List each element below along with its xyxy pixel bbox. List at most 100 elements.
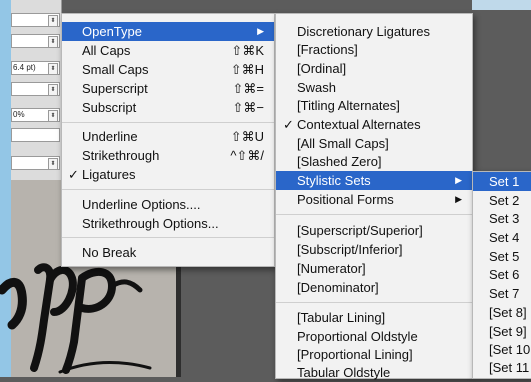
menu-item-subscript-inferior[interactable]: [Subscript/Inferior] xyxy=(276,240,472,259)
menu-item-strikethrough[interactable]: Strikethrough ^⇧⌘/ xyxy=(62,146,274,165)
panel-field-value: 0% xyxy=(13,110,25,119)
menu-item-label: Tabular Oldstyle xyxy=(297,365,391,380)
menu-item-underline[interactable]: Underline ⇧⌘U xyxy=(62,127,274,146)
menu-item-fractions[interactable]: [Fractions] xyxy=(276,40,472,59)
menu-item-label: Stylistic Sets xyxy=(297,173,371,188)
menu-item-slashed-zero[interactable]: [Slashed Zero] xyxy=(276,152,472,171)
menu-item-shortcut: ⇧⌘H xyxy=(230,62,264,77)
panel-field-6[interactable] xyxy=(11,128,60,142)
menu-item-all-small-caps[interactable]: [All Small Caps] xyxy=(276,134,472,153)
menu-item-label: Set 3 xyxy=(489,211,520,226)
checkmark-icon: ✓ xyxy=(68,167,79,182)
menu-item-label: Positional Forms xyxy=(297,192,394,207)
menu-item-all-caps[interactable]: All Caps ⇧⌘K xyxy=(62,41,274,60)
menu-item-label: [Set 10 xyxy=(489,342,531,357)
stepper-icon[interactable]: ⬍ xyxy=(48,63,58,74)
character-panel: ⬍ ⬍ 6.4 pt) ⬍ ⬍ 0% ⬍ ⬍ xyxy=(11,0,62,180)
menu-item-titling-alternates[interactable]: [Titling Alternates] xyxy=(276,96,472,115)
panel-field-4[interactable]: ⬍ xyxy=(11,82,60,96)
menu-item-proportional-oldstyle[interactable]: Proportional Oldstyle xyxy=(276,327,472,346)
menu-item-label: [Fractions] xyxy=(297,42,358,57)
menu-item-label: Proportional Oldstyle xyxy=(297,329,418,344)
menu-item-small-caps[interactable]: Small Caps ⇧⌘H xyxy=(62,60,274,79)
menu-item-label: [Set 9] xyxy=(489,324,527,339)
stepper-icon[interactable]: ⬍ xyxy=(48,110,58,121)
menu-item-numerator[interactable]: [Numerator] xyxy=(276,259,472,278)
menu-item-strikethrough-options[interactable]: Strikethrough Options... xyxy=(62,214,274,233)
submenu-arrow-icon: ▶ xyxy=(257,26,264,36)
menu-item-subscript[interactable]: Subscript ⇧⌘− xyxy=(62,98,274,117)
menu-item-stylistic-sets[interactable]: Stylistic Sets ▶ xyxy=(276,171,472,190)
script-lettering-artwork xyxy=(0,263,152,374)
menu-item-label: [Ordinal] xyxy=(297,61,347,76)
stepper-icon[interactable]: ⬍ xyxy=(48,158,58,169)
type-context-menu: OpenType ▶ All Caps ⇧⌘K Small Caps ⇧⌘H S… xyxy=(61,13,275,267)
menu-item-set-1[interactable]: Set 1 xyxy=(473,172,531,191)
checkmark-icon: ✓ xyxy=(283,117,294,132)
menu-item-label: Set 1 xyxy=(489,174,520,189)
menu-item-ligatures[interactable]: ✓ Ligatures xyxy=(62,165,274,184)
submenu-arrow-icon: ▶ xyxy=(455,194,462,204)
menu-item-superscript[interactable]: Superscript ⇧⌘= xyxy=(62,79,274,98)
stepper-icon[interactable]: ⬍ xyxy=(48,84,58,95)
menu-separator xyxy=(276,214,472,215)
menu-item-label: [Denominator] xyxy=(297,280,379,295)
menu-item-label: Strikethrough Options... xyxy=(82,216,219,231)
menu-item-shortcut: ⇧⌘K xyxy=(231,43,264,58)
menu-item-superscript-superior[interactable]: [Superscript/Superior] xyxy=(276,221,472,240)
menu-item-label: Underline Options.... xyxy=(82,197,201,212)
background-region xyxy=(472,0,531,10)
menu-item-label: Discretionary Ligatures xyxy=(297,24,430,39)
menu-item-label: Set 5 xyxy=(489,249,520,264)
menu-item-set-5[interactable]: Set 5 xyxy=(473,247,531,266)
menu-item-shortcut: ^⇧⌘/ xyxy=(230,148,264,163)
menu-item-label: [Set 8] xyxy=(489,305,527,320)
menu-item-contextual-alternates[interactable]: ✓ Contextual Alternates xyxy=(276,115,472,134)
menu-item-positional-forms[interactable]: Positional Forms ▶ xyxy=(276,190,472,209)
stepper-icon[interactable]: ⬍ xyxy=(48,36,58,47)
menu-item-underline-options[interactable]: Underline Options.... xyxy=(62,195,274,214)
panel-field-3[interactable]: 6.4 pt) ⬍ xyxy=(11,61,60,75)
menu-item-set-2[interactable]: Set 2 xyxy=(473,191,531,210)
menu-item-set-3[interactable]: Set 3 xyxy=(473,209,531,228)
menu-item-label: All Caps xyxy=(82,43,131,58)
menu-item-no-break[interactable]: No Break xyxy=(62,243,274,262)
menu-item-set-7[interactable]: Set 7 xyxy=(473,284,531,303)
panel-field-2[interactable]: ⬍ xyxy=(11,34,60,48)
panel-field-7[interactable]: ⬍ xyxy=(11,156,60,170)
menu-item-shortcut: ⇧⌘− xyxy=(232,100,264,115)
menu-item-set-6[interactable]: Set 6 xyxy=(473,265,531,284)
menu-item-label: [Numerator] xyxy=(297,261,366,276)
menu-item-label: Swash xyxy=(297,80,337,95)
menu-item-proportional-lining[interactable]: [Proportional Lining] xyxy=(276,345,472,364)
menu-item-label: Ligatures xyxy=(82,167,136,182)
menu-item-label: No Break xyxy=(82,245,137,260)
menu-item-tabular-lining[interactable]: [Tabular Lining] xyxy=(276,308,472,327)
menu-item-label: Set 4 xyxy=(489,230,520,245)
menu-item-label: Superscript xyxy=(82,81,148,96)
menu-item-label: Contextual Alternates xyxy=(297,117,421,132)
menu-item-label: OpenType xyxy=(82,24,142,39)
menu-item-swash[interactable]: Swash xyxy=(276,78,472,97)
menu-item-set-8[interactable]: [Set 8] xyxy=(473,303,531,322)
panel-field-value: 6.4 pt) xyxy=(13,63,36,72)
menu-item-shortcut: ⇧⌘U xyxy=(230,129,264,144)
menu-item-set-4[interactable]: Set 4 xyxy=(473,228,531,247)
opentype-submenu: Discretionary Ligatures [Fractions] [Ord… xyxy=(275,13,473,382)
menu-item-tabular-oldstyle[interactable]: Tabular Oldstyle xyxy=(276,363,472,382)
panel-field-1[interactable]: ⬍ xyxy=(11,13,60,27)
menu-item-discretionary-ligatures[interactable]: Discretionary Ligatures xyxy=(276,22,472,41)
menu-item-set-9[interactable]: [Set 9] xyxy=(473,322,531,341)
menu-item-set-11[interactable]: [Set 11 xyxy=(473,358,531,377)
menu-item-denominator[interactable]: [Denominator] xyxy=(276,278,472,297)
menu-item-label: Set 7 xyxy=(489,286,520,301)
menu-item-label: [All Small Caps] xyxy=(297,136,389,151)
menu-item-opentype[interactable]: OpenType ▶ xyxy=(62,22,274,41)
menu-item-set-10[interactable]: [Set 10 xyxy=(473,340,531,359)
stepper-icon[interactable]: ⬍ xyxy=(48,15,58,26)
menu-item-ordinal[interactable]: [Ordinal] xyxy=(276,59,472,78)
panel-field-5[interactable]: 0% ⬍ xyxy=(11,108,60,122)
menu-separator xyxy=(62,237,274,238)
menu-item-label: [Superscript/Superior] xyxy=(297,223,423,238)
menu-item-label: [Slashed Zero] xyxy=(297,154,382,169)
